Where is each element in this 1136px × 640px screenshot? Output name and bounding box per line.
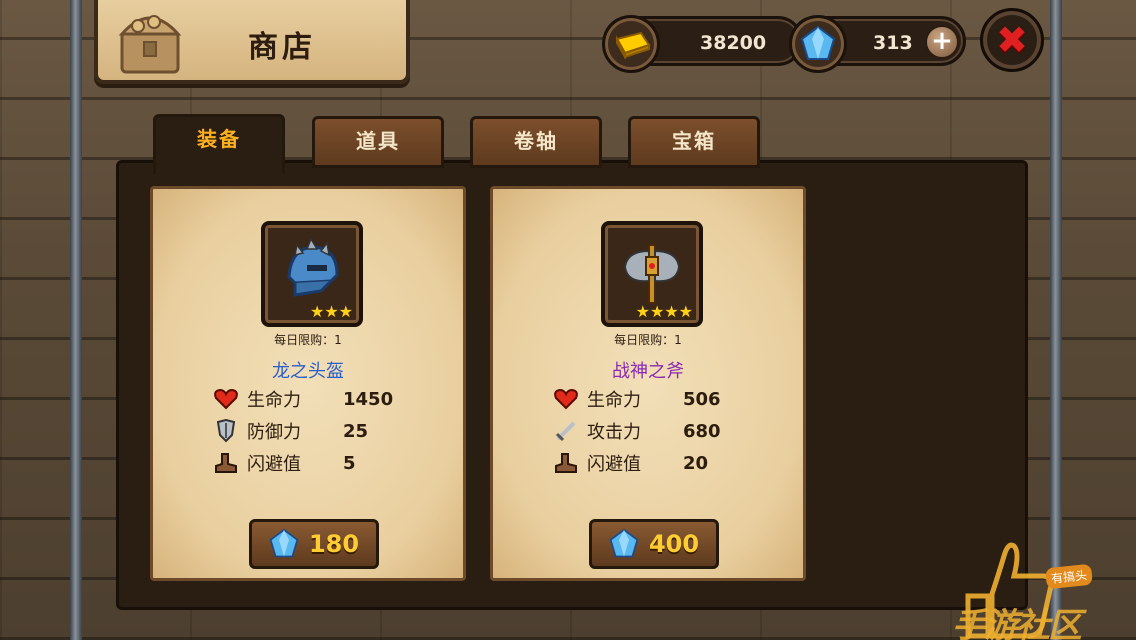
left-rail <box>70 0 82 640</box>
title-sign: 商店 <box>94 0 410 84</box>
close-icon: ✖ <box>996 18 1028 62</box>
add-gems-button[interactable]: + <box>925 25 959 59</box>
tab-scrolls[interactable]: 卷轴 <box>470 116 602 168</box>
item-name: 龙之头盔 <box>272 361 344 382</box>
heart-icon <box>213 386 239 412</box>
star-rating: ★★★★ <box>635 302 693 321</box>
stat-value: 5 <box>343 452 356 474</box>
axe-icon <box>623 244 681 304</box>
item-slot[interactable]: ★★★★ <box>601 221 703 327</box>
helmet-icon <box>287 237 339 297</box>
stat-label: 防御力 <box>247 422 301 443</box>
stat-value: 20 <box>683 452 709 474</box>
daily-limit: 每日限购：1 <box>274 333 342 347</box>
stat-value: 25 <box>343 420 369 442</box>
gold-value: 38200 <box>700 32 767 54</box>
star-rating: ★★★ <box>309 302 353 321</box>
page-title: 商店 <box>248 30 316 65</box>
stat-row: 生命力 506 <box>553 385 721 413</box>
item-card: ★★★ 每日限购：1 龙之头盔 生命力 1450 防御力 25 闪避值 5 18… <box>150 186 466 581</box>
item-slot[interactable]: ★★★ <box>261 221 363 327</box>
tab-items[interactable]: 道具 <box>312 116 444 168</box>
diamond-icon <box>789 15 847 73</box>
stat-label: 攻击力 <box>587 422 641 443</box>
stat-row: 防御力 25 <box>213 417 368 445</box>
item-name: 战神之斧 <box>612 361 684 382</box>
gold-bar-icon <box>602 15 660 73</box>
gold-counter: 38200 <box>602 15 803 73</box>
sword-icon <box>553 418 579 444</box>
stat-label: 闪避值 <box>247 454 301 475</box>
diamond-icon <box>609 528 639 558</box>
stat-row: 闪避值 5 <box>213 449 356 477</box>
stat-value: 1450 <box>343 388 394 410</box>
stat-value: 506 <box>683 388 721 410</box>
close-button[interactable]: ✖ <box>980 8 1044 72</box>
stat-row: 闪避值 20 <box>553 449 708 477</box>
stat-row: 生命力 1450 <box>213 385 393 413</box>
stat-label: 生命力 <box>587 390 641 411</box>
daily-limit: 每日限购：1 <box>614 333 682 347</box>
watermark-text: 手游社区 <box>952 606 1082 640</box>
price-label: 400 <box>648 530 700 558</box>
buy-button[interactable]: 400 <box>589 519 719 569</box>
stat-label: 闪避值 <box>587 454 641 475</box>
treasure-chest-icon <box>118 15 182 74</box>
stat-label: 生命力 <box>247 390 301 411</box>
buy-button[interactable]: 180 <box>249 519 379 569</box>
diamond-icon <box>269 528 299 558</box>
shield-icon <box>213 418 239 444</box>
boot-icon <box>213 450 239 476</box>
stat-value: 680 <box>683 420 721 442</box>
item-card: ★★★★ 每日限购：1 战神之斧 生命力 506 攻击力 680 闪避值 20 … <box>490 186 806 581</box>
gem-value: 313 <box>873 32 913 54</box>
heart-icon <box>553 386 579 412</box>
gem-counter: 313 + <box>789 15 966 73</box>
tab-chests[interactable]: 宝箱 <box>628 116 760 168</box>
tab-equipment[interactable]: 装备 <box>153 114 285 174</box>
price-label: 180 <box>308 530 360 558</box>
stat-row: 攻击力 680 <box>553 417 721 445</box>
boot-icon <box>553 450 579 476</box>
